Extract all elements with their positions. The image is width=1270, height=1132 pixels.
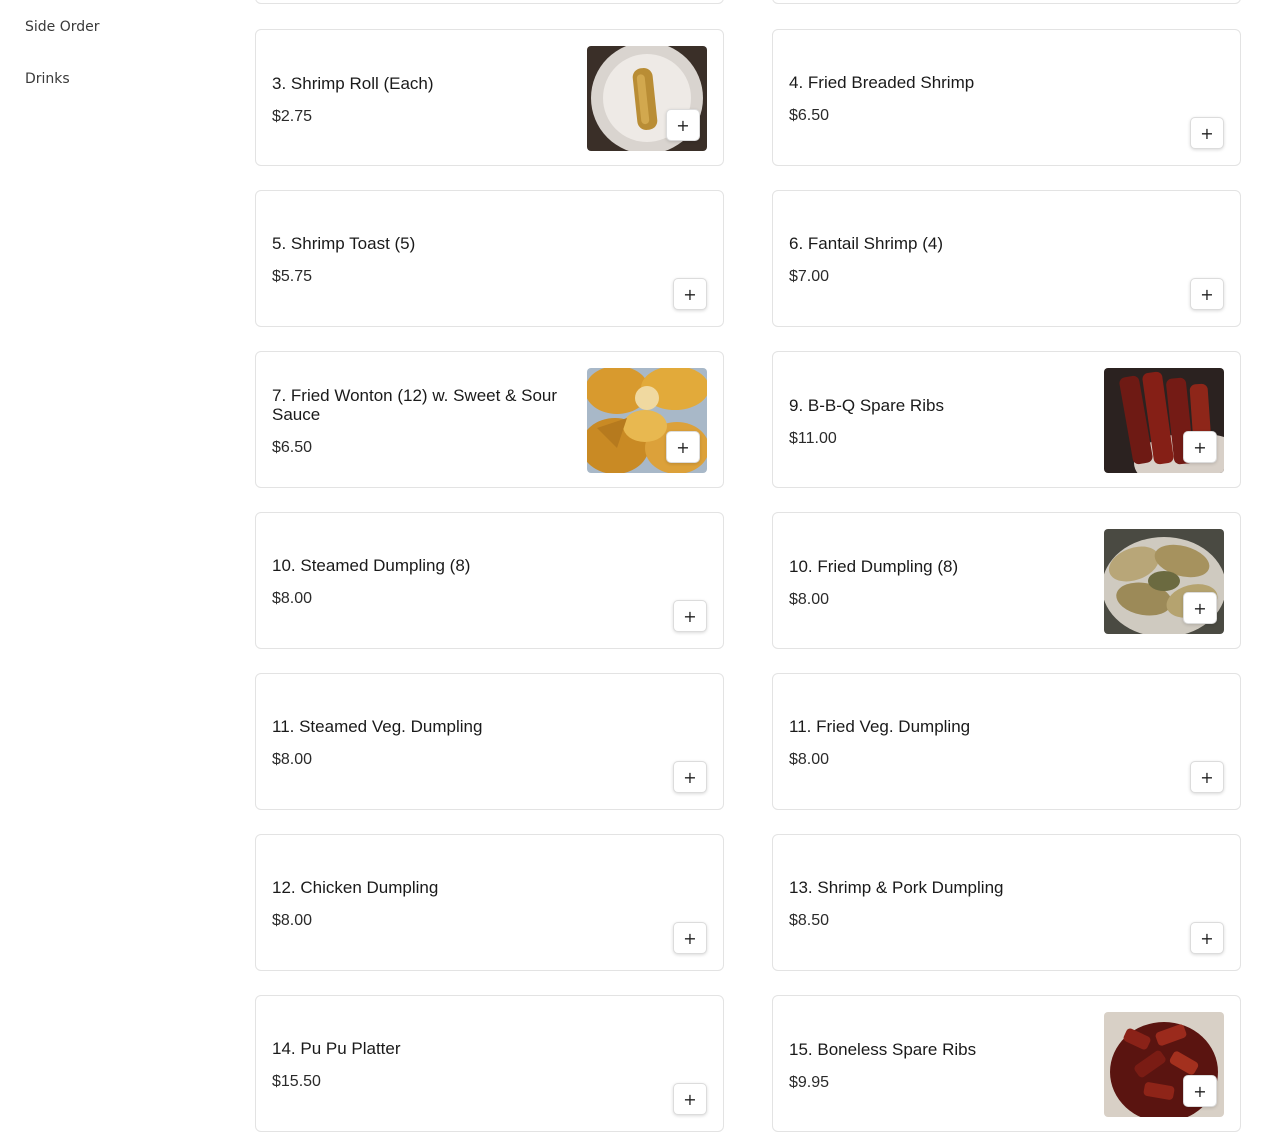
- sidebar-item-side-order[interactable]: Side Order: [25, 19, 100, 35]
- item-price: $8.50: [789, 912, 830, 929]
- menu-item-card[interactable]: 3. Shrimp Roll (Each) $2.75 +: [255, 29, 724, 166]
- category-sidebar: Side Order Drinks: [0, 0, 230, 1086]
- menu-item-card[interactable]: 5. Shrimp Toast (5) $5.75 +: [255, 190, 724, 327]
- item-name: 15. Boneless Spare Ribs: [789, 1040, 977, 1059]
- item-name: 3. Shrimp Roll (Each): [272, 74, 434, 93]
- item-name: 13. Shrimp & Pork Dumpling: [789, 878, 1004, 897]
- item-name: 12. Chicken Dumpling: [272, 878, 439, 897]
- menu-item-card[interactable]: 9. B-B-Q Spare Ribs $11.00 +: [772, 351, 1241, 488]
- item-price: $8.00: [272, 751, 313, 768]
- add-to-cart-button[interactable]: +: [1190, 922, 1224, 954]
- add-to-cart-button[interactable]: +: [673, 278, 707, 310]
- menu-item-card[interactable]: 4. Fried Breaded Shrimp $6.50 +: [772, 29, 1241, 166]
- add-to-cart-button[interactable]: +: [673, 600, 707, 632]
- item-price: $6.50: [272, 439, 313, 456]
- menu-item-card[interactable]: 15. Boneless Spare Ribs $9.95 +: [772, 995, 1241, 1132]
- item-price: $11.00: [789, 430, 837, 447]
- item-price: $9.95: [789, 1074, 830, 1091]
- menu-item-card[interactable]: 10. Steamed Dumpling (8) $8.00 +: [255, 512, 724, 649]
- add-to-cart-button[interactable]: +: [673, 922, 707, 954]
- item-price: $5.75: [272, 268, 313, 285]
- add-to-cart-button[interactable]: +: [673, 761, 707, 793]
- item-price: $8.00: [789, 751, 830, 768]
- sidebar-item-drinks[interactable]: Drinks: [25, 71, 70, 87]
- item-price: $8.00: [272, 912, 313, 929]
- menu-item-card[interactable]: 14. Pu Pu Platter $15.50 +: [255, 995, 724, 1132]
- add-to-cart-button[interactable]: +: [666, 431, 700, 463]
- add-to-cart-button[interactable]: +: [1183, 592, 1217, 624]
- item-name: 10. Fried Dumpling (8): [789, 557, 959, 576]
- item-name: 7. Fried Wonton (12) w. Sweet & Sour Sau…: [272, 386, 558, 424]
- add-to-cart-button[interactable]: +: [666, 109, 700, 141]
- menu-item-card[interactable]: 10. Fried Dumpling (8) $8.00 +: [772, 512, 1241, 649]
- menu-item-card[interactable]: 12. Chicken Dumpling $8.00 +: [255, 834, 724, 971]
- item-name: 11. Steamed Veg. Dumpling: [272, 717, 483, 736]
- add-to-cart-button[interactable]: +: [1183, 1075, 1217, 1107]
- add-to-cart-button[interactable]: +: [673, 1083, 707, 1115]
- add-to-cart-button[interactable]: +: [1190, 278, 1224, 310]
- menu-item-card[interactable]: 6. Fantail Shrimp (4) $7.00 +: [772, 190, 1241, 327]
- item-price: $2.75: [272, 108, 313, 125]
- item-price: $8.00: [789, 591, 830, 608]
- item-price: $6.50: [789, 107, 830, 124]
- menu-item-card[interactable]: 7. Fried Wonton (12) w. Sweet & Sour Sau…: [255, 351, 724, 488]
- menu-item-card[interactable]: 11. Fried Veg. Dumpling $8.00 +: [772, 673, 1241, 810]
- item-name: 10. Steamed Dumpling (8): [272, 556, 471, 575]
- menu-item-card[interactable]: 11. Steamed Veg. Dumpling $8.00 +: [255, 673, 724, 810]
- add-to-cart-button[interactable]: +: [1190, 761, 1224, 793]
- item-name: 5. Shrimp Toast (5): [272, 234, 416, 253]
- add-to-cart-button[interactable]: +: [1183, 431, 1217, 463]
- menu-item-card[interactable]: 13. Shrimp & Pork Dumpling $8.50 +: [772, 834, 1241, 971]
- item-price: $15.50: [272, 1073, 321, 1090]
- item-name: 6. Fantail Shrimp (4): [789, 234, 943, 253]
- menu-item-card[interactable]: [255, 0, 724, 4]
- item-name: 14. Pu Pu Platter: [272, 1039, 401, 1058]
- menu-item-card[interactable]: [772, 0, 1241, 4]
- item-price: $7.00: [789, 268, 830, 285]
- add-to-cart-button[interactable]: +: [1190, 117, 1224, 149]
- item-name: 4. Fried Breaded Shrimp: [789, 73, 975, 92]
- item-name: 11. Fried Veg. Dumpling: [789, 717, 971, 736]
- item-name: 9. B-B-Q Spare Ribs: [789, 396, 944, 415]
- item-price: $8.00: [272, 590, 313, 607]
